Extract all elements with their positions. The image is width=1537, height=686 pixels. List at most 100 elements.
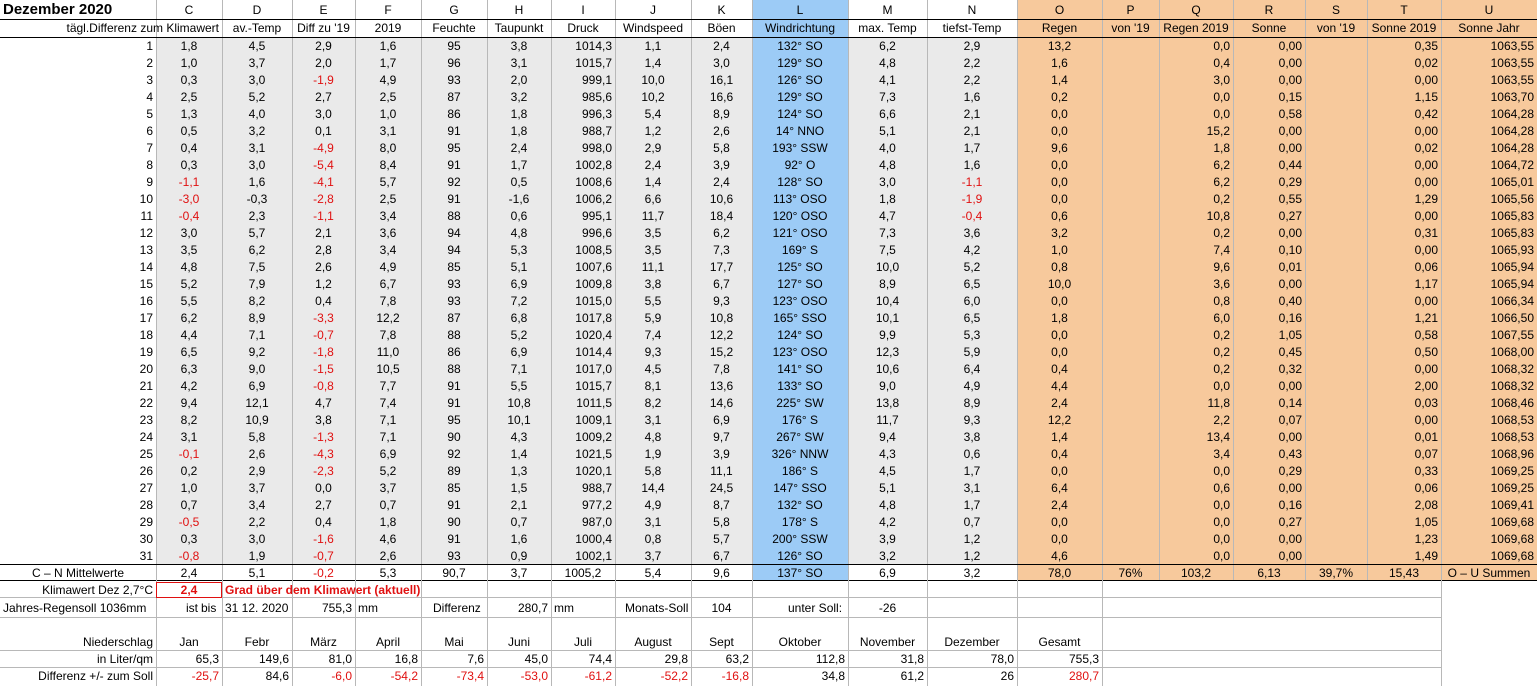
cell-d: 4,0 <box>248 107 266 121</box>
cell-m: 7,5 <box>879 243 896 257</box>
cell-s <box>1305 123 1367 140</box>
cell-t: 0,00 <box>1414 243 1438 257</box>
cell-h: 0,6 <box>510 209 528 223</box>
cell-e: 2,8 <box>315 243 332 257</box>
cell-q: 0,0 <box>1213 515 1230 529</box>
cell-h: 5,1 <box>510 260 528 274</box>
cell-r: 0,43 <box>1278 447 1302 461</box>
cell-t: 0,31 <box>1414 226 1438 240</box>
cell-o: 0,6 <box>1051 209 1068 223</box>
cell-o: 0,4 <box>1051 447 1068 461</box>
cell-f: 7,1 <box>379 413 397 427</box>
column-letter-j[interactable]: J <box>615 2 691 19</box>
cell-l: 193° SSW <box>772 141 828 155</box>
cell-u: 1063,70 <box>1490 90 1534 104</box>
cell-r: 0,27 <box>1278 515 1302 529</box>
cell-e: -1,1 <box>313 209 334 223</box>
cell-n: 4,2 <box>963 243 981 257</box>
cell-t: 1,29 <box>1414 192 1438 206</box>
cell-d: 3,1 <box>248 141 266 155</box>
cell-i: 988,7 <box>581 124 612 138</box>
cell-r: 0,00 <box>1278 549 1302 563</box>
column-letter-o[interactable]: O <box>1017 2 1102 19</box>
column-letter-d[interactable]: D <box>222 2 292 19</box>
column-letter-f[interactable]: F <box>355 2 421 19</box>
cell-k: 12,2 <box>709 328 734 342</box>
cell-m: 3,2 <box>879 549 896 563</box>
liter-value: 81,0 <box>328 652 352 666</box>
cell-k: 24,5 <box>709 481 734 495</box>
cell-e: -1,9 <box>313 73 334 87</box>
column-letter-s[interactable]: S <box>1305 2 1367 19</box>
cell-c: 8,2 <box>180 413 198 427</box>
cell-i: 1002,8 <box>575 158 612 172</box>
cell-p <box>1102 72 1159 89</box>
column-letter-p[interactable]: P <box>1102 2 1159 19</box>
cell-c: 6,2 <box>180 311 198 325</box>
header-p: von '19 <box>1111 21 1150 35</box>
cell-d: 12,1 <box>245 396 269 410</box>
cell-h: 2,1 <box>510 498 528 512</box>
column-letter-u[interactable]: U <box>1441 2 1537 19</box>
cell-s <box>1305 208 1367 225</box>
cell-p <box>1102 429 1159 446</box>
cell-t: 0,06 <box>1414 260 1438 274</box>
row-border <box>0 580 1537 581</box>
column-letter-i[interactable]: I <box>551 2 615 19</box>
cell-h: 5,5 <box>510 379 528 393</box>
column-letter-n[interactable]: N <box>927 2 1017 19</box>
column-letter-k[interactable]: K <box>691 2 752 19</box>
cell-s <box>1305 89 1367 106</box>
cell-r: 0,29 <box>1278 175 1302 189</box>
cell-j: 9,3 <box>644 345 662 359</box>
column-letter-c[interactable]: C <box>156 2 222 19</box>
column-letter-l[interactable]: L <box>752 2 848 19</box>
cell-h: 4,8 <box>510 226 528 240</box>
cell-u: 1066,34 <box>1490 294 1534 308</box>
column-letter-r[interactable]: R <box>1233 2 1305 19</box>
diff-value: 280,7 <box>1068 669 1099 683</box>
cell-p <box>1102 310 1159 327</box>
cell-f: 4,9 <box>379 73 397 87</box>
cell-e: 2,6 <box>315 260 332 274</box>
cell-t: 0,07 <box>1414 447 1438 461</box>
column-letter-h[interactable]: H <box>487 2 551 19</box>
cell-s <box>1305 191 1367 208</box>
cell-n: 3,1 <box>963 481 981 495</box>
column-letter-m[interactable]: M <box>848 2 927 19</box>
column-letter-e[interactable]: E <box>292 2 355 19</box>
date-value: 31 12. 2020 <box>225 601 289 615</box>
cell-l: 267° SW <box>776 430 824 444</box>
column-letter-t[interactable]: T <box>1367 2 1441 19</box>
cell-i: 1006,2 <box>575 192 612 206</box>
cell-k: 3,9 <box>713 447 730 461</box>
cell-k: 16,1 <box>709 73 734 87</box>
cell-i: 1011,5 <box>576 396 612 410</box>
summary-d: 5,1 <box>248 566 266 580</box>
cell-r: 0,55 <box>1278 192 1302 206</box>
cell-f: 8,0 <box>379 141 397 155</box>
column-letter-g[interactable]: G <box>421 2 487 19</box>
klima-note: Grad über dem Klimawert (aktuell) <box>225 583 421 597</box>
cell-i: 1015,7 <box>575 379 612 393</box>
summary-u: O – U Summen <box>1447 566 1531 580</box>
cell-j: 1,4 <box>644 175 662 189</box>
cell-r: 0,00 <box>1278 141 1302 155</box>
cell-k: 7,8 <box>713 362 730 376</box>
cell-i: 1015,7 <box>575 56 612 70</box>
cell-r: 0,40 <box>1278 294 1302 308</box>
column-letter-q[interactable]: Q <box>1159 2 1233 19</box>
summary-j: 5,4 <box>644 566 662 580</box>
diff-value: -52,2 <box>660 669 688 683</box>
cell-s <box>1305 157 1367 174</box>
liter-value: 112,8 <box>815 652 845 666</box>
cell-q: 0,0 <box>1213 549 1230 563</box>
cell-o: 0,0 <box>1051 328 1068 342</box>
header-r: Sonne <box>1251 21 1287 35</box>
cell-m: 4,1 <box>879 73 896 87</box>
cell-e: -1,3 <box>313 430 334 444</box>
cell-d: 6,9 <box>248 379 266 393</box>
cell-k: 6,9 <box>713 413 730 427</box>
cell-t: 1,05 <box>1414 515 1438 529</box>
cell-s <box>1305 259 1367 276</box>
